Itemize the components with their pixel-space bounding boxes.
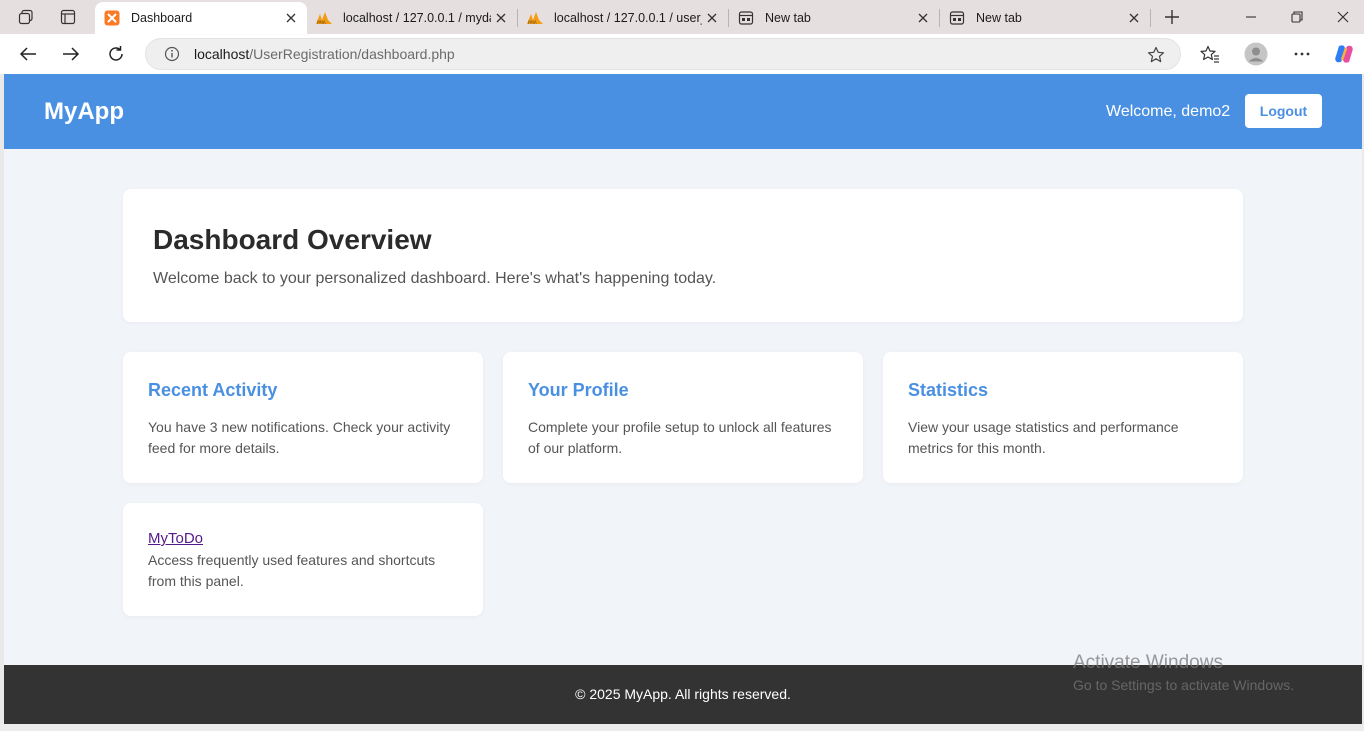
close-icon[interactable] [281, 8, 301, 28]
tab-title: localhost / 127.0.0.1 / user_a [554, 11, 702, 25]
new-tab-plus-icon[interactable] [1159, 5, 1185, 29]
card-text: You have 3 new notifications. Check your… [148, 419, 451, 456]
browser-tab-strip: Dashboard PMA localhost / 127.0.0.1 / my… [0, 0, 1364, 34]
tab-title: Dashboard [131, 11, 193, 25]
phpmyadmin-icon: PMA [315, 9, 333, 27]
back-arrow-icon[interactable] [13, 40, 43, 68]
app-brand: MyApp [44, 98, 124, 125]
window-close-icon[interactable] [1320, 0, 1364, 34]
svg-text:PMA: PMA [317, 20, 326, 25]
page-title: Dashboard Overview [153, 224, 432, 255]
profile-avatar-icon[interactable] [1241, 40, 1271, 68]
new-tab-icon [948, 9, 966, 27]
taskbar-edge [0, 724, 1364, 731]
card-title: Statistics [908, 380, 989, 400]
recent-activity-card: Recent Activity You have 3 new notificat… [123, 352, 483, 483]
windows-activation-watermark: Activate Windows Go to Settings to activ… [1073, 652, 1294, 693]
copilot-icon[interactable] [1329, 40, 1359, 68]
favorites-icon[interactable] [1195, 40, 1225, 68]
welcome-message: Welcome, demo2 [1106, 103, 1231, 120]
url-host: localhost [194, 46, 250, 62]
tab-title: New tab [765, 11, 811, 25]
watermark-title: Activate Windows [1073, 652, 1223, 673]
xampp-icon [103, 9, 121, 27]
close-icon[interactable] [1124, 8, 1144, 28]
browser-toolbar: localhost/UserRegistration/dashboard.php [0, 34, 1364, 74]
profile-card: Your Profile Complete your profile setup… [503, 352, 863, 483]
new-tab-icon [737, 9, 755, 27]
close-icon[interactable] [913, 8, 933, 28]
restore-icon[interactable] [1274, 0, 1320, 34]
vertical-tabs-icon[interactable] [55, 5, 81, 29]
tab-new-tab[interactable]: New tab [729, 2, 939, 34]
page-subtitle: Welcome back to your personalized dashbo… [153, 270, 717, 287]
tab-title: New tab [976, 11, 1022, 25]
card-title: Recent Activity [148, 380, 278, 400]
tab-separator [1150, 9, 1151, 27]
minimize-icon[interactable] [1228, 0, 1274, 34]
tab-phpmyadmin-mydatabase[interactable]: PMA localhost / 127.0.0.1 / mydat [307, 2, 517, 34]
mytodo-link[interactable]: MyToDo [148, 530, 203, 547]
app-header: MyApp Welcome, demo2 Logout [4, 74, 1362, 149]
card-text: Access frequently used features and shor… [148, 552, 436, 589]
favorite-star-icon[interactable] [1146, 45, 1166, 65]
tab-phpmyadmin-user[interactable]: PMA localhost / 127.0.0.1 / user_a [518, 2, 728, 34]
tab-new-tab[interactable]: New tab [940, 2, 1150, 34]
url-path: /UserRegistration/dashboard.php [249, 46, 455, 62]
site-info-icon[interactable] [162, 44, 182, 64]
card-title: Your Profile [528, 380, 629, 400]
card-text: Complete your profile setup to unlock al… [528, 419, 832, 456]
workspaces-icon[interactable] [13, 5, 39, 29]
page-viewport: MyApp Welcome, demo2 Logout Dashboard Ov… [4, 74, 1362, 724]
tab-dashboard[interactable]: Dashboard [95, 2, 307, 34]
phpmyadmin-icon: PMA [526, 9, 544, 27]
watermark-subtitle: Go to Settings to activate Windows. [1073, 677, 1294, 693]
svg-text:PMA: PMA [528, 20, 537, 25]
close-icon[interactable] [491, 8, 511, 28]
todo-card: MyToDo Access frequently used features a… [123, 503, 483, 616]
more-options-icon[interactable] [1287, 40, 1317, 68]
logout-button[interactable]: Logout [1245, 94, 1322, 128]
tab-title: localhost / 127.0.0.1 / mydat [343, 11, 491, 25]
statistics-card: Statistics View your usage statistics an… [883, 352, 1243, 483]
overview-card: Dashboard Overview Welcome back to your … [123, 189, 1243, 322]
address-bar[interactable]: localhost/UserRegistration/dashboard.php [145, 38, 1181, 70]
refresh-icon[interactable] [101, 40, 131, 68]
close-icon[interactable] [702, 8, 722, 28]
card-text: View your usage statistics and performan… [908, 419, 1179, 456]
forward-arrow-icon[interactable] [56, 40, 86, 68]
